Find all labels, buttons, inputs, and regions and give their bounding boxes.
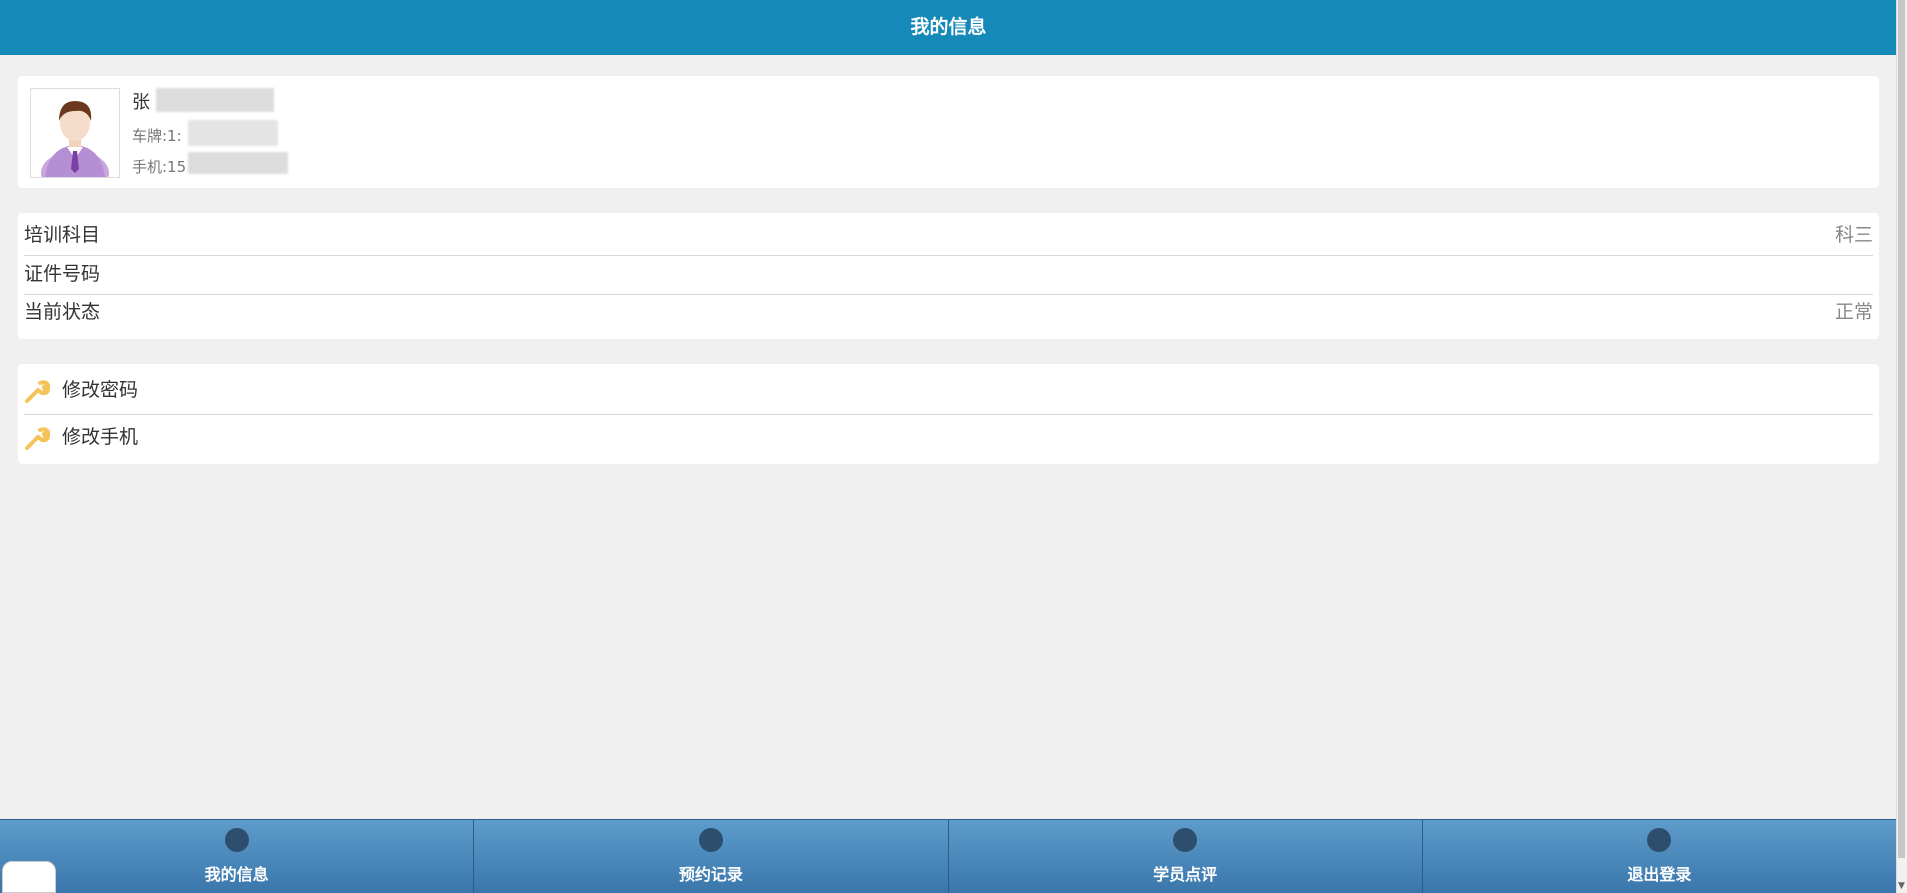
profile-phone: 手机:15 xyxy=(132,158,187,176)
info-card: 培训科目 科三 证件号码 当前状态 正常 xyxy=(18,213,1879,339)
tab-label: 退出登录 xyxy=(1627,865,1692,884)
circle-icon xyxy=(224,828,249,852)
circle-icon xyxy=(1647,828,1672,852)
app-window: 我的信息 张 车牌:1: 手机:15 培训科目 科三 证件号码 当前状态 正常 … xyxy=(0,0,1897,893)
info-row-subject: 培训科目 科三 xyxy=(24,217,1873,254)
scrollbar[interactable]: ▼ xyxy=(1896,0,1907,893)
tab-logout[interactable]: 退出登录 xyxy=(1423,820,1897,893)
wrench-icon xyxy=(25,427,50,450)
info-row-status: 当前状态 正常 xyxy=(24,294,1873,331)
circle-icon xyxy=(1173,828,1198,852)
page-header: 我的信息 xyxy=(0,0,1897,55)
tab-student-reviews[interactable]: 学员点评 xyxy=(949,820,1423,893)
profile-plate: 车牌:1: xyxy=(132,127,182,145)
bottom-nav: 我的信息 预约记录 学员点评 退出登录 xyxy=(0,819,1897,893)
page-title: 我的信息 xyxy=(910,16,987,38)
info-value: 科三 xyxy=(1834,224,1873,246)
scrollbar-thumb[interactable] xyxy=(1898,0,1905,858)
tab-label: 我的信息 xyxy=(204,865,269,884)
tab-label: 学员点评 xyxy=(1153,865,1218,884)
info-value: 正常 xyxy=(1834,301,1873,323)
wrench-icon xyxy=(25,380,50,403)
redaction-block xyxy=(156,88,274,112)
action-label: 修改手机 xyxy=(62,426,139,448)
tab-my-info[interactable]: 我的信息 xyxy=(0,820,475,893)
tab-label: 预约记录 xyxy=(678,865,743,884)
floating-corner-widget[interactable] xyxy=(2,861,56,893)
avatar xyxy=(30,88,120,178)
circle-icon xyxy=(698,828,723,852)
user-avatar-icon xyxy=(41,101,109,177)
info-row-id-number: 证件号码 xyxy=(24,256,1873,293)
profile-name: 张 xyxy=(132,92,150,113)
actions-card: 修改密码 修改手机 xyxy=(18,364,1879,464)
info-label: 当前状态 xyxy=(24,301,101,323)
redaction-block xyxy=(188,120,278,146)
info-label: 证件号码 xyxy=(24,263,101,285)
redaction-block xyxy=(188,152,288,174)
profile-card: 张 车牌:1: 手机:15 xyxy=(18,76,1879,188)
info-label: 培训科目 xyxy=(24,224,101,246)
change-password-button[interactable]: 修改密码 xyxy=(24,368,1873,413)
scroll-down-icon[interactable]: ▼ xyxy=(1898,881,1905,891)
action-label: 修改密码 xyxy=(62,379,139,401)
tab-booking-records[interactable]: 预约记录 xyxy=(474,820,949,893)
change-phone-button[interactable]: 修改手机 xyxy=(24,415,1873,460)
